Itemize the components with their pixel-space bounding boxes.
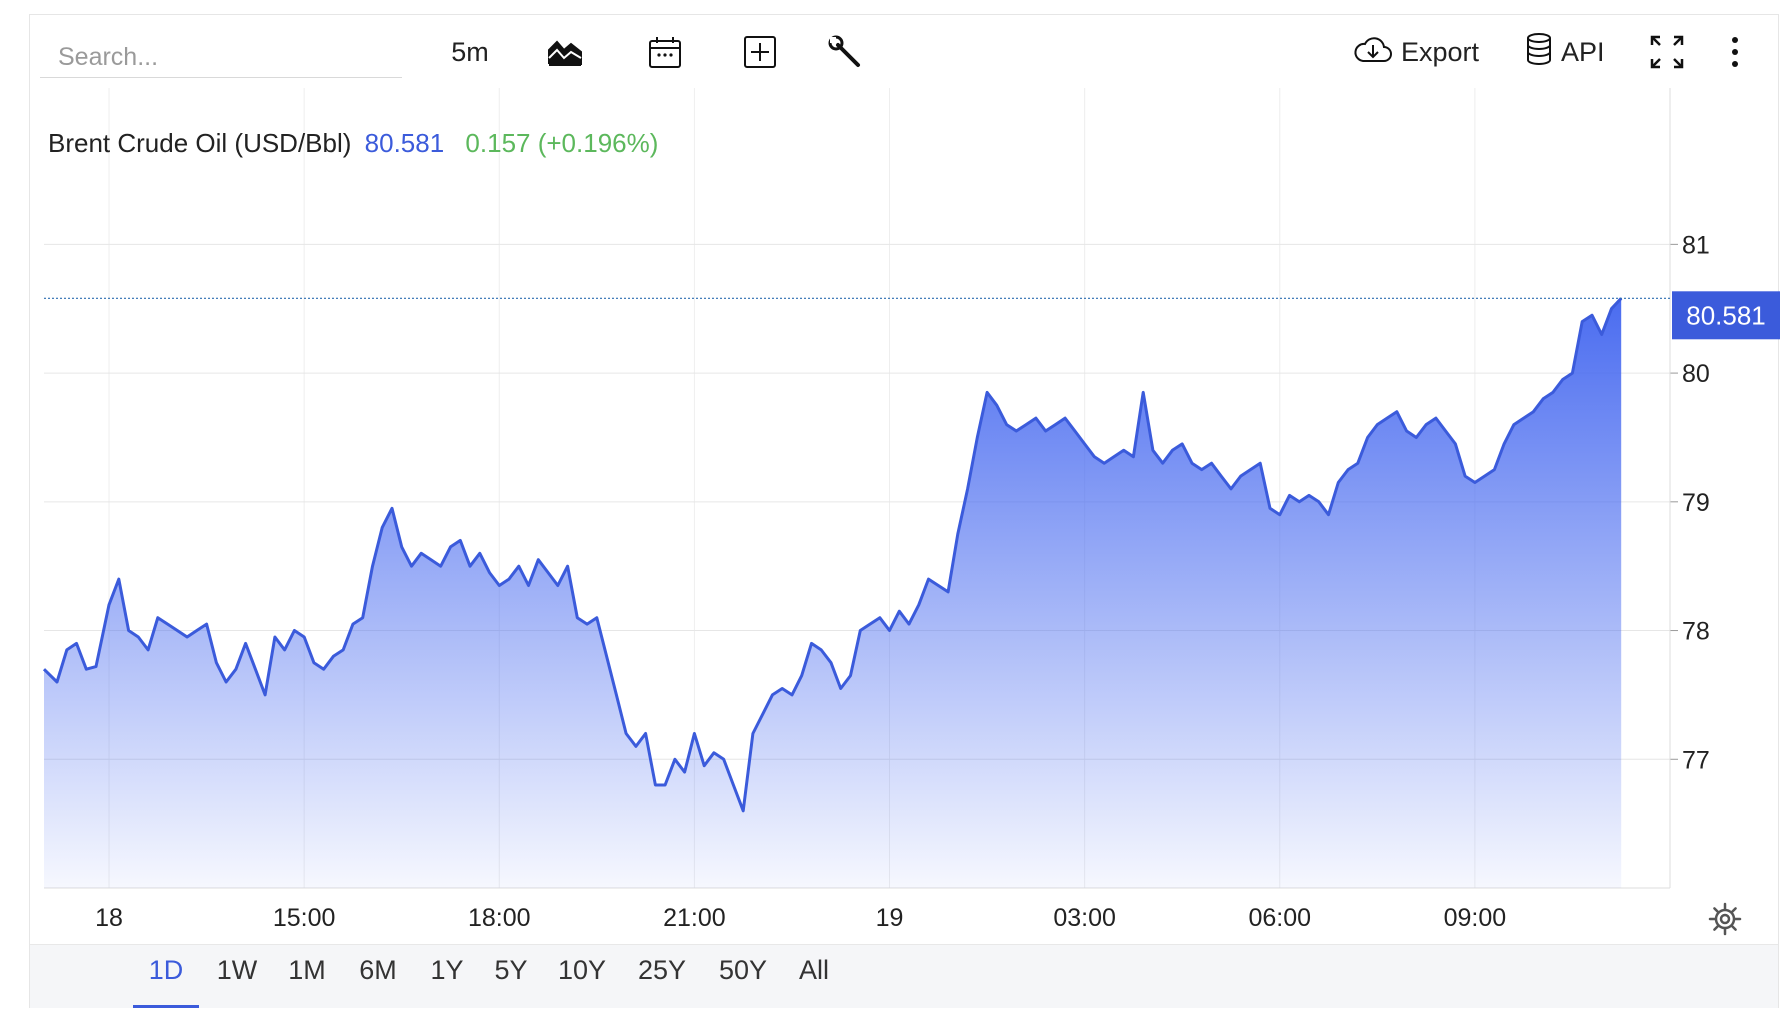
range-all-button[interactable]: All: [787, 955, 841, 1005]
y-tick-label: 80: [1682, 360, 1710, 388]
x-tick-label: 06:00: [1248, 904, 1311, 932]
legend-last-price: 80.581: [364, 128, 445, 158]
y-tick-label: 81: [1682, 231, 1710, 259]
range-1m-button[interactable]: 1M: [277, 955, 337, 1005]
range-6m-button[interactable]: 6M: [347, 955, 409, 1005]
chart-settings-button[interactable]: [1708, 902, 1744, 938]
x-tick-label: 09:00: [1444, 904, 1507, 932]
gear-icon: [1708, 902, 1742, 940]
x-tick-label: 21:00: [663, 904, 726, 932]
range-selector: 1D 1W 1M 6M 1Y 5Y 10Y 25Y 50Y All: [30, 944, 1778, 1008]
y-tick-label: 77: [1682, 746, 1710, 774]
range-50y-button[interactable]: 50Y: [707, 955, 779, 1005]
x-tick-label: 15:00: [273, 904, 336, 932]
legend-symbol: Brent Crude Oil (USD/Bbl): [48, 128, 352, 158]
range-5y-button[interactable]: 5Y: [483, 955, 539, 1005]
y-tick-label: 78: [1682, 618, 1710, 646]
legend-change: 0.157 (+0.196%): [465, 128, 659, 158]
chart-legend: Brent Crude Oil (USD/Bbl) 80.581 0.157 (…: [48, 128, 658, 159]
x-tick-label: 18:00: [468, 904, 531, 932]
range-1d-button[interactable]: 1D: [133, 955, 199, 1008]
x-tick-label: 19: [876, 904, 904, 932]
series-area: [44, 298, 1622, 888]
range-1y-button[interactable]: 1Y: [419, 955, 475, 1005]
range-1w-button[interactable]: 1W: [207, 955, 267, 1005]
x-tick-label: 03:00: [1053, 904, 1116, 932]
range-25y-button[interactable]: 25Y: [627, 955, 697, 1005]
x-tick-label: 18: [95, 904, 123, 932]
last-price-label: 80.581: [1686, 300, 1766, 330]
y-tick-label: 79: [1682, 489, 1710, 517]
range-10y-button[interactable]: 10Y: [547, 955, 617, 1005]
